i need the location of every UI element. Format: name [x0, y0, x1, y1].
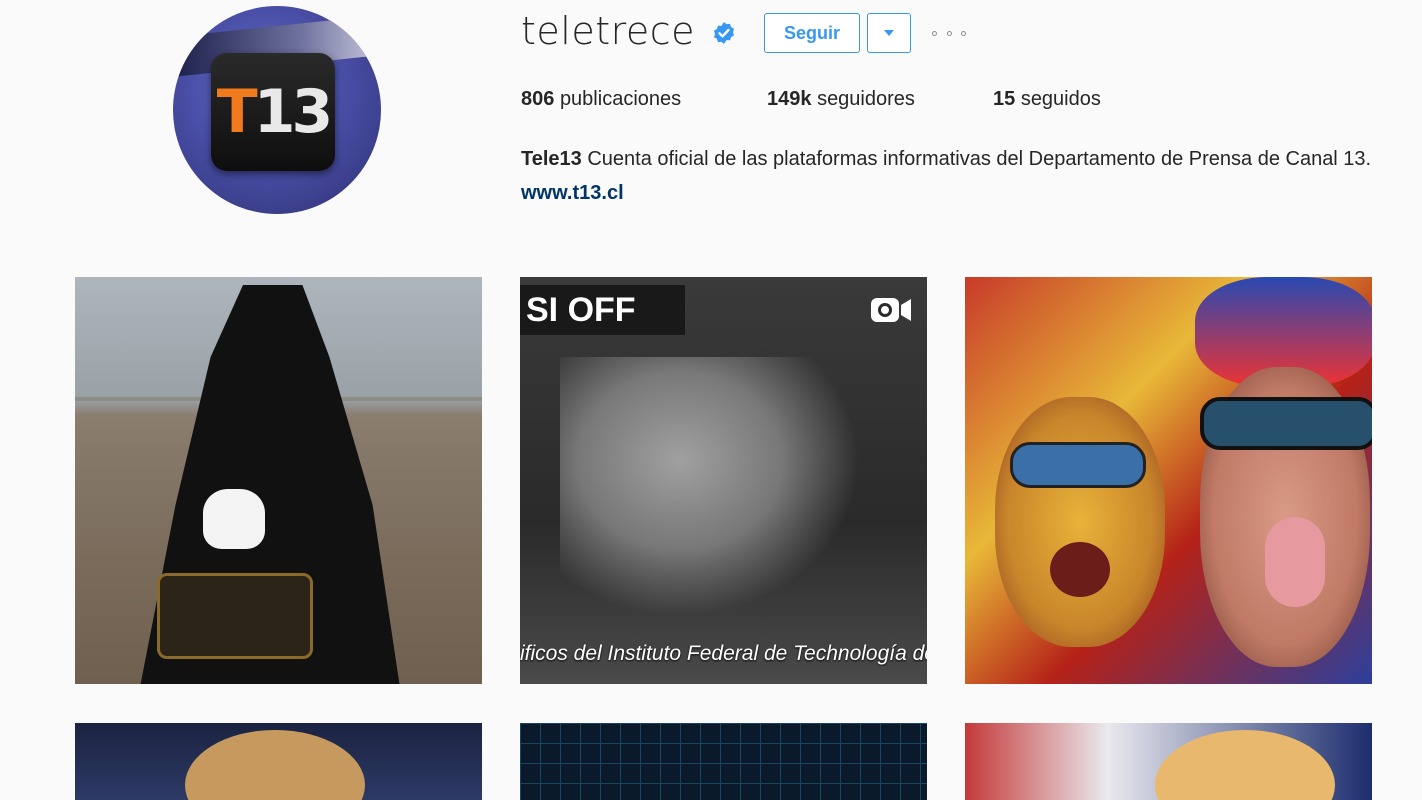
post-thumbnail[interactable]	[965, 277, 1372, 684]
logo-t: T	[216, 77, 258, 147]
follow-button[interactable]: Seguir	[764, 13, 860, 53]
photo-cat	[203, 489, 265, 549]
following-count[interactable]: 15 seguidos	[993, 88, 1101, 111]
video-overlay-title: SI OFF	[520, 285, 685, 335]
posts-count-value: 806	[521, 88, 555, 110]
video-still	[560, 357, 860, 617]
photo-hair	[185, 730, 365, 800]
photo-sunglasses	[1010, 442, 1146, 488]
photo-tongue	[1265, 517, 1325, 607]
photo-sunglasses	[1200, 397, 1372, 450]
bio-name: Tele13	[521, 148, 582, 170]
following-count-label: seguidos	[1020, 88, 1101, 110]
post-thumbnail[interactable]	[965, 723, 1372, 800]
more-options-icon[interactable]	[932, 22, 966, 44]
post-thumbnail-video[interactable]: SI OFF ificos del Instituto Federal de T…	[520, 277, 927, 684]
bio-text: Cuenta oficial de las plataformas inform…	[587, 148, 1372, 170]
profile-avatar[interactable]: T 13	[173, 6, 381, 214]
profile-bio: Tele13 Cuenta oficial de las plataformas…	[521, 142, 1401, 210]
posts-count: 806 publicaciones	[521, 88, 681, 111]
photo-hair	[1155, 730, 1335, 800]
profile-username: teletrece	[521, 9, 696, 53]
video-camera-icon	[871, 298, 911, 322]
followers-count-value: 149k	[767, 88, 812, 110]
bio-link[interactable]: www.t13.cl	[521, 182, 624, 204]
following-count-value: 15	[993, 88, 1016, 110]
suggestions-dropdown-button[interactable]	[867, 13, 911, 53]
photo-grid-pattern	[520, 723, 927, 800]
post-thumbnail[interactable]	[75, 277, 482, 684]
logo-13: 13	[253, 77, 333, 147]
video-caption: ificos del Instituto Federal de Technolo…	[520, 642, 927, 665]
chevron-down-icon	[884, 30, 894, 36]
verified-badge-icon	[714, 22, 734, 44]
followers-count[interactable]: 149k seguidores	[767, 88, 915, 111]
posts-count-label: publicaciones	[559, 88, 682, 110]
photo-face-painted	[995, 397, 1165, 647]
t13-logo: T 13	[211, 53, 335, 171]
photo-mouth	[1050, 542, 1110, 597]
followers-count-label: seguidores	[817, 88, 915, 110]
post-thumbnail[interactable]	[520, 723, 927, 800]
photo-bag	[157, 573, 313, 659]
post-thumbnail[interactable]	[75, 723, 482, 800]
